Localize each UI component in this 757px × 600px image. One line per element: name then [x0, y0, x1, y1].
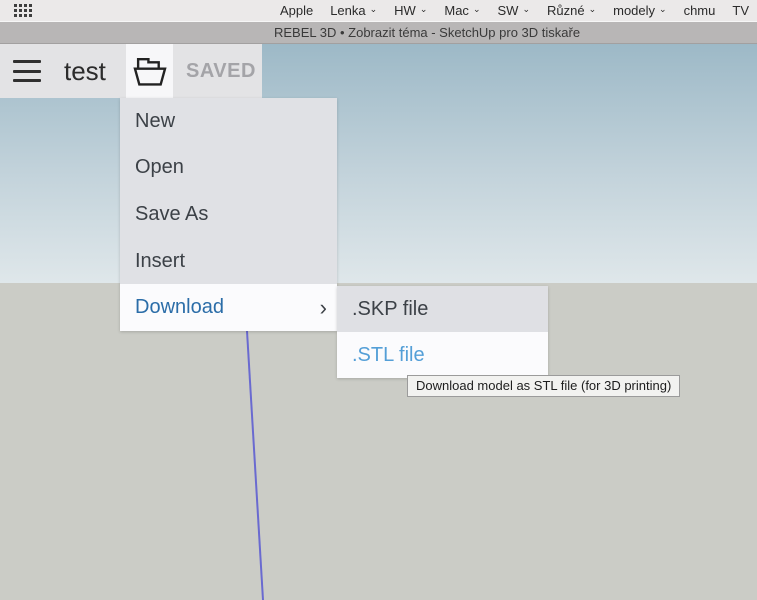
- document-title[interactable]: test: [64, 44, 106, 98]
- bookmark-tv[interactable]: TV: [732, 3, 749, 18]
- bookmark-label: Mac: [444, 3, 469, 18]
- bookmark-label: Lenka: [330, 3, 365, 18]
- bookmarks-bar: Apple Lenka ⌄ HW ⌄ Mac ⌄ SW ⌄ Různé ⌄ modely ⌄…: [0, 0, 757, 22]
- bookmark-mac[interactable]: Mac ⌄: [444, 3, 480, 18]
- bookmark-apple[interactable]: Apple: [280, 3, 313, 18]
- menu-item-skp-file[interactable]: .SKP file: [337, 286, 548, 332]
- menu-item-download[interactable]: Download ›: [120, 284, 337, 331]
- menu-item-open[interactable]: Open: [120, 145, 337, 192]
- bookmark-label: Různé: [547, 3, 585, 18]
- menu-item-label: Insert: [135, 250, 185, 273]
- menu-item-label: Save As: [135, 203, 208, 226]
- folder-icon: [131, 53, 169, 89]
- save-status-label: SAVED: [186, 44, 256, 98]
- bookmark-label: HW: [394, 3, 416, 18]
- tooltip: Download model as STL file (for 3D print…: [407, 375, 680, 397]
- menu-item-label: Open: [135, 156, 184, 179]
- chevron-down-icon: ⌄: [522, 4, 530, 15]
- download-submenu: .SKP file .STL file: [337, 286, 548, 378]
- bookmark-sw[interactable]: SW ⌄: [497, 3, 530, 18]
- bookmark-modely[interactable]: modely ⌄: [613, 3, 666, 18]
- menu-item-label: Download: [135, 296, 224, 319]
- menu-item-new[interactable]: New: [120, 98, 337, 145]
- bookmark-label: chmu: [684, 3, 716, 18]
- menu-item-stl-file[interactable]: .STL file: [337, 332, 548, 378]
- bookmark-label: SW: [497, 3, 518, 18]
- bookmark-lenka[interactable]: Lenka ⌄: [330, 3, 377, 18]
- chevron-down-icon: ⌄: [473, 4, 481, 15]
- app-toolbar: test SAVED: [0, 44, 262, 98]
- screen: Apple Lenka ⌄ HW ⌄ Mac ⌄ SW ⌄ Různé ⌄ modely ⌄…: [0, 0, 757, 600]
- chevron-down-icon: ⌄: [420, 4, 428, 15]
- menu-item-save-as[interactable]: Save As: [120, 191, 337, 238]
- hamburger-icon: [13, 60, 41, 63]
- menu-item-label: .STL file: [352, 344, 425, 367]
- submenu-arrow-icon: ›: [320, 297, 327, 319]
- chevron-down-icon: ⌄: [589, 4, 597, 15]
- window-title: REBEL 3D • Zobrazit téma - SketchUp pro …: [274, 25, 580, 40]
- bookmark-ruzne[interactable]: Různé ⌄: [547, 3, 596, 18]
- bookmark-label: TV: [732, 3, 749, 18]
- apps-grid-icon[interactable]: [14, 4, 32, 17]
- hamburger-icon: [13, 70, 41, 73]
- menu-item-label: New: [135, 110, 175, 133]
- bookmark-label: Apple: [280, 3, 313, 18]
- main-menu-button[interactable]: [13, 60, 41, 82]
- bookmark-hw[interactable]: HW ⌄: [394, 3, 427, 18]
- window-title-bar: REBEL 3D • Zobrazit téma - SketchUp pro …: [0, 22, 757, 44]
- hamburger-icon: [13, 79, 41, 82]
- bookmark-chmu[interactable]: chmu: [684, 3, 716, 18]
- menu-item-label: .SKP file: [352, 298, 428, 321]
- chevron-down-icon: ⌄: [659, 4, 667, 15]
- file-menu-button[interactable]: [126, 44, 173, 98]
- chevron-down-icon: ⌄: [370, 4, 378, 15]
- bookmarks-list: Apple Lenka ⌄ HW ⌄ Mac ⌄ SW ⌄ Různé ⌄ modely ⌄…: [280, 3, 757, 18]
- menu-item-insert[interactable]: Insert: [120, 238, 337, 285]
- file-menu: New Open Save As Insert Download ›: [120, 98, 337, 331]
- bookmark-label: modely: [613, 3, 655, 18]
